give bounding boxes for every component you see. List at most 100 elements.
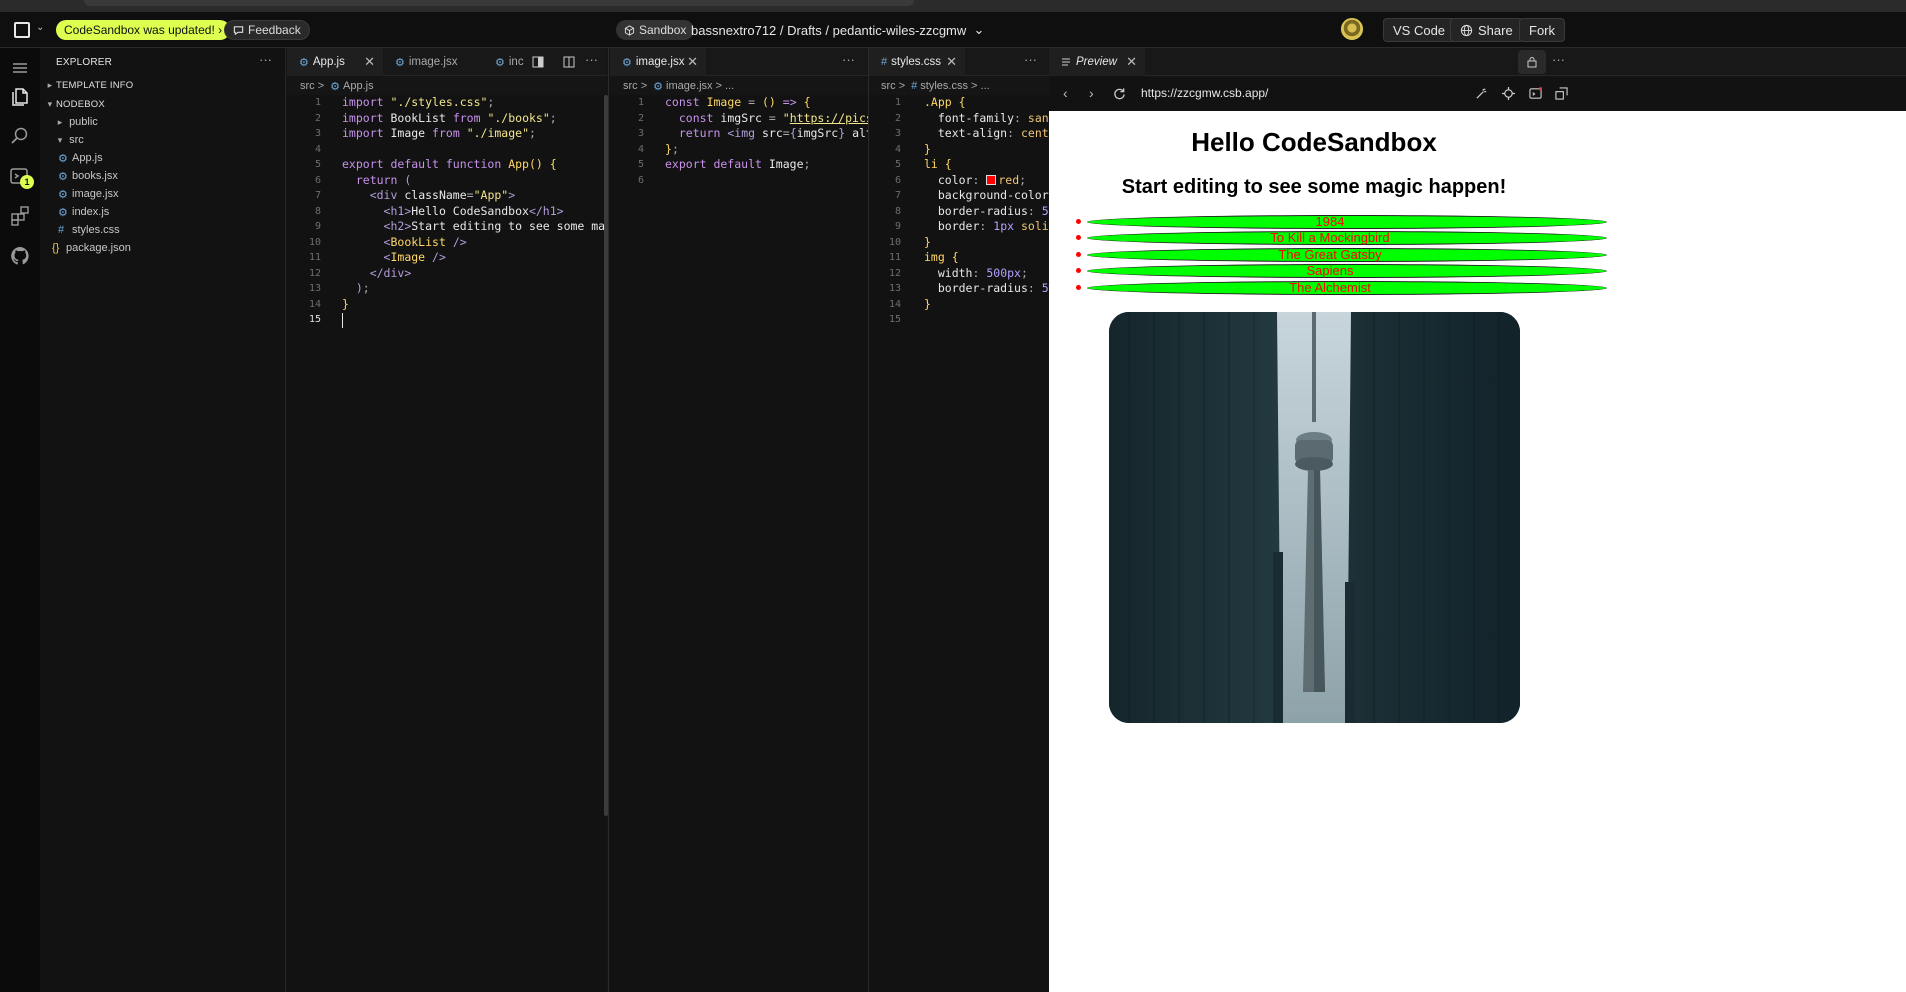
tab-app-js[interactable]: ⚙ App.js ✕	[287, 48, 383, 76]
preview-doc-icon	[1062, 58, 1070, 66]
hamburger-menu-icon[interactable]	[8, 56, 32, 80]
code-line: font-family: sans-serif;	[937, 110, 1049, 125]
preview-more-icon[interactable]: ···	[1552, 52, 1565, 67]
line-number: 2	[894, 112, 901, 124]
code-line: li {	[924, 157, 952, 171]
section-label: NODEBOX	[56, 98, 105, 110]
breadcrumb-rest: > ...	[971, 80, 990, 92]
pane-more-icon[interactable]: ···	[1024, 52, 1037, 67]
section-nodebox[interactable]: ▾ NODEBOX	[44, 95, 105, 113]
logo-menu-chevron-icon[interactable]: ⌄	[36, 22, 44, 33]
breadcrumb-file[interactable]: image.jsx	[666, 80, 712, 92]
tree-item-label: public	[69, 116, 98, 128]
share-button-label: Share	[1478, 22, 1513, 38]
code-line: img {	[924, 250, 959, 264]
tab-image-jsx[interactable]: ⚙ image.jsx ✕	[610, 48, 706, 76]
pane-more-icon[interactable]: ···	[842, 52, 855, 67]
line-number: 10	[888, 236, 901, 248]
tree-file-package-json[interactable]: {} package.json	[52, 239, 131, 257]
magic-wand-icon[interactable]	[1475, 87, 1488, 100]
sandbox-breadcrumb[interactable]: bassnextro712 / Drafts / pedantic-wiles-…	[691, 20, 984, 40]
tree-file-image-jsx[interactable]: ⚙ image.jsx	[58, 185, 118, 203]
bullet	[1076, 251, 1081, 257]
preview-url-field[interactable]: https://zzcgmw.csb.app/	[1141, 86, 1268, 100]
tree-file-styles-css[interactable]: # styles.css	[58, 221, 120, 239]
avatar[interactable]	[1341, 18, 1363, 40]
code-line: const Image = () => {	[665, 95, 811, 109]
update-notice-pill[interactable]: CodeSandbox was updated! ›	[56, 20, 231, 40]
codesandbox-logo-icon[interactable]	[14, 22, 30, 38]
crosshair-icon[interactable]	[1502, 87, 1515, 100]
refresh-icon[interactable]	[1113, 87, 1126, 100]
breadcrumb-file[interactable]: styles.css	[920, 80, 968, 92]
cube-icon	[624, 24, 635, 36]
close-icon[interactable]: ✕	[1126, 54, 1137, 70]
fork-button[interactable]: Fork	[1519, 18, 1565, 42]
code-editor-styles-css[interactable]: 1 .App { 2 font-family: sans-serif; 3 te…	[869, 95, 1049, 992]
line-number: 1	[314, 97, 321, 108]
tree-file-index-js[interactable]: ⚙ index.js	[58, 203, 109, 221]
close-icon[interactable]: ✕	[364, 54, 375, 70]
tree-file-books-jsx[interactable]: ⚙ books.jsx	[58, 167, 118, 185]
breadcrumb-folder[interactable]: src	[881, 80, 896, 92]
tree-item-label: App.js	[72, 152, 103, 164]
breadcrumb-folder[interactable]: src	[623, 80, 638, 92]
code-editor-image-jsx[interactable]: 1 const Image = () => { 2 const imgSrc =…	[610, 95, 868, 992]
breadcrumb-folder[interactable]: src	[300, 80, 315, 92]
chevron-right-icon: ▸	[57, 116, 63, 127]
open-in-vscode-button[interactable]: VS Code	[1383, 18, 1456, 42]
tab-preview[interactable]: Preview ✕	[1049, 48, 1145, 76]
code-editor-app-js[interactable]: 1 import "./styles.css"; 2 import BookLi…	[287, 95, 607, 992]
breadcrumb: src > ⚙ App.js	[300, 77, 374, 95]
line-number: 3	[894, 128, 901, 139]
close-icon[interactable]: ✕	[687, 54, 698, 70]
extensions-icon[interactable]	[8, 204, 32, 228]
explorer-more-icon[interactable]: ···	[259, 52, 272, 67]
code-line: .App {	[924, 95, 966, 109]
lock-button[interactable]	[1518, 50, 1546, 74]
console-icon[interactable]	[1529, 87, 1542, 100]
code-line: <div className="App">	[369, 188, 516, 202]
color-swatch[interactable]	[986, 174, 997, 185]
react-gear-icon: ⚙	[653, 80, 664, 93]
chevron-down-icon: ▾	[47, 98, 53, 109]
code-line: export default function App() {	[342, 157, 557, 171]
tree-folder-src[interactable]: ▾ src	[54, 131, 84, 149]
split-editor-icon[interactable]	[563, 56, 575, 68]
tab-label: inc	[508, 56, 524, 68]
split-toggle-icon[interactable]	[532, 56, 544, 68]
vscode-button-label: VS Code	[1393, 22, 1446, 38]
forward-arrow-icon[interactable]: ›	[1089, 85, 1094, 101]
share-button[interactable]: Share	[1450, 18, 1523, 42]
list-item: Sapiens	[1076, 263, 1607, 279]
tab-image-jsx[interactable]: ⚙ image.jsx	[383, 48, 480, 76]
line-number: 15	[308, 314, 321, 325]
code-line: );	[355, 281, 370, 295]
line-number: 9	[314, 221, 321, 232]
tab-styles-css[interactable]: # styles.css ✕	[869, 48, 965, 76]
tree-file-app-js[interactable]: ⚙ App.js	[58, 149, 103, 167]
github-icon[interactable]	[8, 244, 32, 268]
feedback-button[interactable]: Feedback	[224, 20, 310, 40]
line-number: 12	[888, 267, 901, 279]
back-arrow-icon[interactable]: ‹	[1063, 85, 1068, 101]
breadcrumb-file[interactable]: App.js	[343, 80, 374, 92]
pane-more-icon[interactable]: ···	[585, 52, 598, 67]
breadcrumb-rest: > ...	[715, 80, 735, 92]
line-number: 2	[637, 112, 644, 124]
activity-bar: 1	[0, 48, 40, 992]
pane-divider[interactable]	[608, 48, 609, 992]
browser-chrome-strip	[0, 0, 1906, 12]
explorer-panel: EXPLORER ··· ▸ TEMPLATE INFO ▾ NODEBOX ▸ p…	[40, 48, 286, 992]
react-gear-icon: ⚙	[58, 152, 68, 165]
preview-iframe[interactable]: Hello CodeSandbox Start editing to see s…	[1049, 111, 1906, 992]
css-hash-icon: #	[911, 80, 918, 92]
files-icon[interactable]	[8, 84, 32, 108]
close-icon[interactable]: ✕	[946, 54, 957, 70]
tab-label: image.jsx	[635, 56, 685, 68]
tree-folder-public[interactable]: ▸ public	[54, 113, 98, 131]
search-icon[interactable]	[8, 124, 32, 148]
code-line: }	[924, 296, 931, 311]
open-external-icon[interactable]	[1555, 87, 1568, 100]
section-template-info[interactable]: ▸ TEMPLATE INFO	[44, 76, 134, 94]
